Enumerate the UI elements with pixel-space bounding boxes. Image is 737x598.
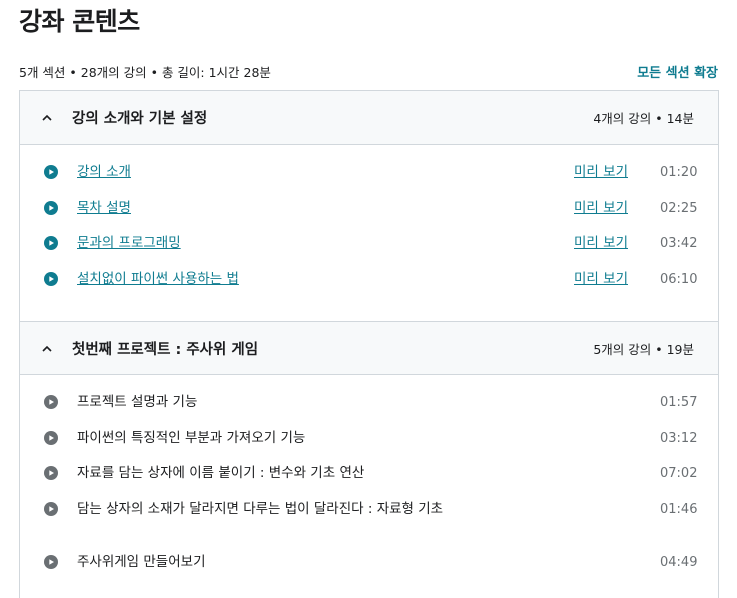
expand-all-sections-button[interactable]: 모든 섹션 확장 (637, 62, 718, 81)
lecture-row: 목차 설명 미리 보기 02:25 (44, 199, 698, 235)
play-circle-icon (44, 466, 58, 480)
play-circle-icon (44, 236, 58, 250)
lecture-duration: 04:49 (660, 554, 698, 570)
section-meta: 5개의 강의 • 19분 (593, 341, 694, 357)
lecture-duration: 01:20 (660, 165, 698, 180)
play-circle-icon (44, 501, 58, 516)
lecture-duration: 03:42 (660, 236, 698, 251)
page-title: 강좌 콘텐츠 (19, 7, 140, 36)
section-title: 첫번째 프로젝트 : 주사위 게임 (72, 341, 259, 358)
play-circle-icon (44, 430, 58, 445)
chevron-up-icon (42, 113, 52, 123)
lecture-duration: 01:46 (660, 501, 698, 517)
lecture-list: 강의 소개 미리 보기 01:20 목차 설명 미리 보기 02:25 문과의 … (20, 145, 718, 321)
curriculum-summary: 5개 섹션 • 28개의 강의 • 총 길이: 1시간 28분 모든 섹션 확장 (19, 60, 718, 82)
lecture-title: 프로젝트 설명과 기능 (77, 394, 198, 410)
lecture-title: 담는 상자의 소재가 달라지면 다루는 법이 달라진다 : 자료형 기초 (77, 500, 444, 517)
lecture-title-link[interactable]: 목차 설명 (77, 199, 574, 218)
preview-link[interactable]: 미리 보기 (574, 270, 628, 289)
lecture-row: 자료를 담는 상자에 이름 붙이기 : 변수와 기초 연산 07:02 (44, 464, 698, 500)
lecture-row: 주사위게임 만들어보기 04:49 (44, 553, 698, 589)
lecture-row: 강의 소개 미리 보기 01:20 (44, 163, 698, 199)
section-header-1[interactable]: 강의 소개와 기본 설정 4개의 강의 • 14분 (20, 91, 718, 145)
summary-text: 5개 섹션 • 28개의 강의 • 총 길이: 1시간 28분 (19, 64, 271, 80)
lecture-duration: 06:10 (660, 271, 698, 287)
preview-link[interactable]: 미리 보기 (574, 199, 628, 218)
lecture-duration: 02:25 (660, 200, 698, 216)
lecture-title-link[interactable]: 강의 소개 (77, 163, 574, 182)
play-circle-icon (44, 554, 58, 569)
play-circle-icon (44, 165, 58, 179)
lecture-duration: 01:57 (660, 395, 698, 410)
lecture-duration: 07:02 (660, 466, 698, 481)
play-circle-icon (44, 395, 58, 409)
lecture-row: 담는 상자의 소재가 달라지면 다루는 법이 달라진다 : 자료형 기초 01:… (44, 500, 698, 553)
lecture-row: 파이썬의 특징적인 부분과 가져오기 기능 03:12 (44, 429, 698, 465)
chevron-up-icon (42, 343, 52, 353)
lecture-title-link[interactable]: 설치없이 파이썬 사용하는 법 (77, 270, 574, 289)
lecture-title: 파이썬의 특징적인 부분과 가져오기 기능 (77, 429, 306, 446)
play-circle-icon (44, 200, 58, 215)
curriculum-panel: 강의 소개와 기본 설정 4개의 강의 • 14분 강의 소개 미리 보기 01… (19, 90, 719, 598)
preview-link[interactable]: 미리 보기 (574, 234, 628, 253)
lecture-row: 문과의 프로그래밍 미리 보기 03:42 (44, 234, 698, 270)
lecture-list: 프로젝트 설명과 기능 01:57 파이썬의 특징적인 부분과 가져오기 기능 … (20, 375, 718, 596)
section-header-2[interactable]: 첫번째 프로젝트 : 주사위 게임 5개의 강의 • 19분 (20, 321, 718, 375)
preview-link[interactable]: 미리 보기 (574, 163, 628, 182)
section-title: 강의 소개와 기본 설정 (72, 111, 208, 127)
lecture-row: 프로젝트 설명과 기능 01:57 (44, 393, 698, 429)
lecture-duration: 03:12 (660, 430, 698, 446)
lecture-title: 자료를 담는 상자에 이름 붙이기 : 변수와 기초 연산 (77, 465, 365, 481)
lecture-title-link[interactable]: 문과의 프로그래밍 (77, 234, 574, 253)
section-meta: 4개의 강의 • 14분 (593, 111, 694, 126)
lecture-row: 설치없이 파이썬 사용하는 법 미리 보기 06:10 (44, 270, 698, 306)
lecture-title: 주사위게임 만들어보기 (77, 553, 206, 570)
play-circle-icon (44, 271, 58, 286)
